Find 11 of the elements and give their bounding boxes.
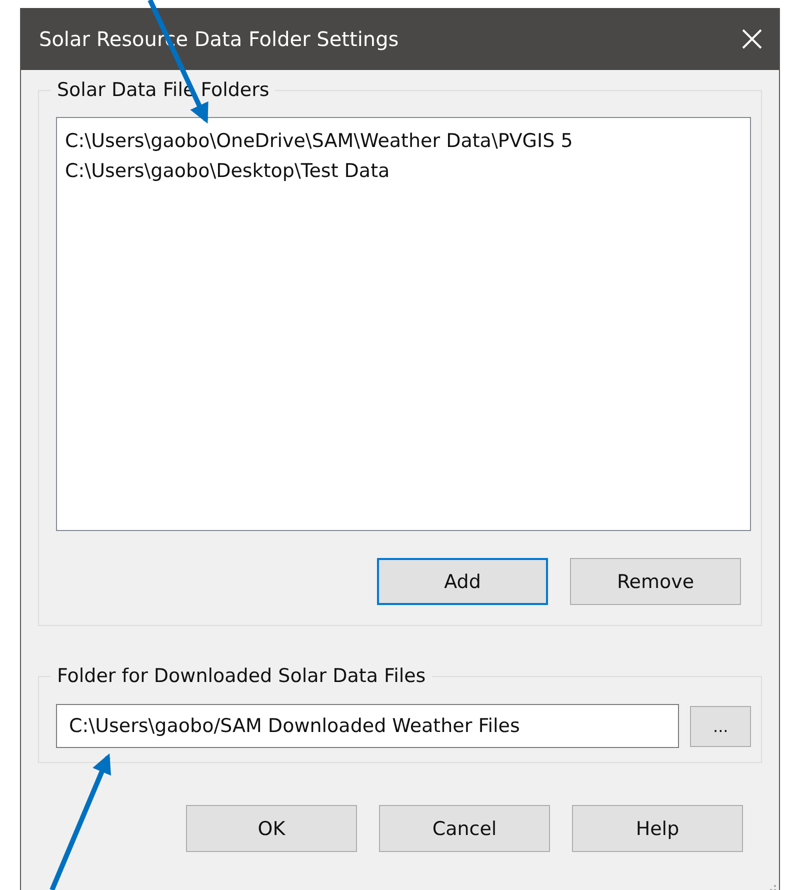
- list-item[interactable]: C:\Users\gaobo\OneDrive\SAM\Weather Data\PVGIS 5: [65, 126, 742, 156]
- ok-button[interactable]: OK: [186, 805, 357, 852]
- close-icon[interactable]: [741, 28, 763, 50]
- list-item[interactable]: C:\Users\gaobo\Desktop\Test Data: [65, 156, 742, 186]
- folder-path-field[interactable]: C:\Users\gaobo/SAM Downloaded Weather Files: [56, 704, 680, 748]
- help-button[interactable]: Help: [572, 805, 743, 852]
- remove-button[interactable]: Remove: [570, 558, 741, 605]
- folder-list[interactable]: C:\Users\gaobo\OneDrive\SAM\Weather Data\PVGIS 5 C:\Users\gaobo\Desktop\Test Data: [56, 117, 751, 531]
- add-button[interactable]: Add: [377, 558, 548, 605]
- cancel-button[interactable]: Cancel: [379, 805, 550, 852]
- browse-button[interactable]: ...: [690, 706, 751, 746]
